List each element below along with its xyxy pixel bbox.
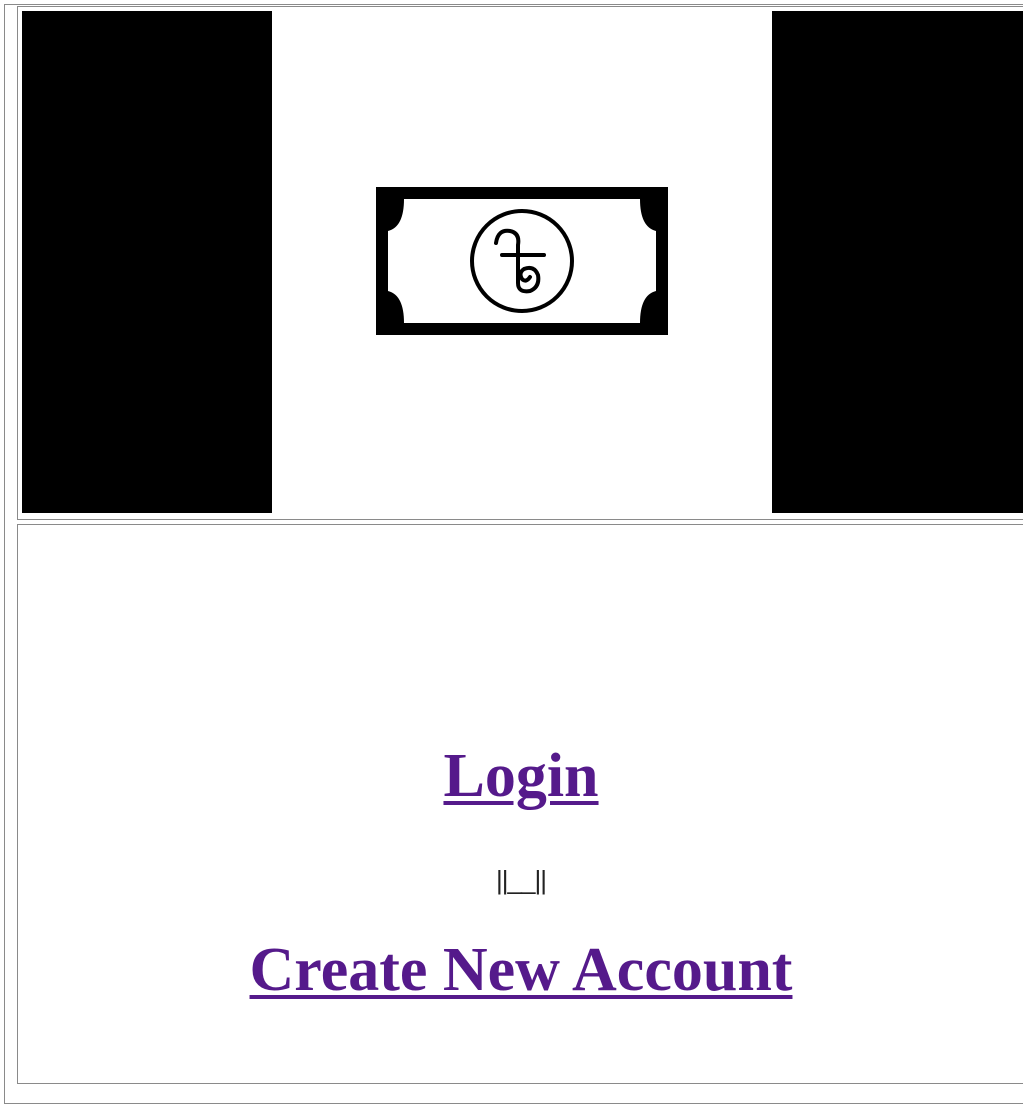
banner-center-panel [272, 11, 772, 513]
create-account-link[interactable]: Create New Account [18, 939, 1023, 1001]
banner-image [22, 11, 1023, 513]
login-link[interactable]: Login [18, 745, 1023, 807]
link-separator: ||__|| [496, 865, 547, 895]
banknote-icon [376, 187, 668, 335]
links-cell: Login ||__|| Create New Account [17, 524, 1023, 1084]
banner-cell [17, 6, 1023, 520]
